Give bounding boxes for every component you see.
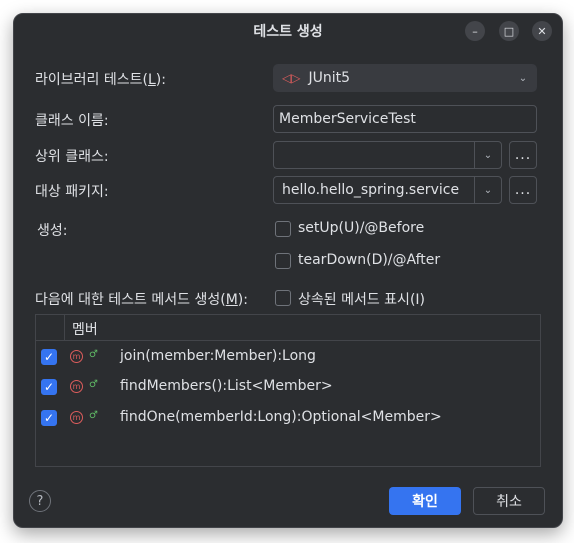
header-divider: [64, 315, 65, 340]
superclass-browse-button[interactable]: ...: [509, 141, 537, 169]
public-access-icon: ♂: [89, 349, 98, 360]
class-name-input[interactable]: MemberServiceTest: [273, 105, 537, 133]
method-icon: m: [70, 411, 83, 424]
method-icon: m: [70, 350, 83, 363]
testing-library-label: 라이브러리 테스트(L):: [35, 72, 166, 88]
table-row[interactable]: ✓ m ♂ findOne(memberId:Long):Optional<Me…: [36, 403, 540, 433]
member-column-header[interactable]: 멤버: [72, 319, 98, 339]
member-checkbox[interactable]: ✓: [41, 410, 57, 426]
setup-label[interactable]: setUp(U)/@Before: [298, 220, 424, 236]
target-package-value: hello.hello_spring.service: [282, 182, 460, 198]
public-access-icon: ♂: [89, 410, 98, 421]
method-icon: m: [70, 380, 83, 393]
members-table: 멤버 ✓ m ♂ join(member:Member):Long ✓ m ♂ …: [35, 314, 541, 467]
generate-label: 생성:: [37, 223, 68, 239]
create-test-dialog: 테스트 생성 – □ ✕ 라이브러리 테스트(L): ◁▷ JUnit5 ⌄ 클…: [13, 13, 563, 528]
minimize-icon: –: [472, 24, 478, 38]
class-name-value: MemberServiceTest: [279, 111, 416, 127]
show-inherited-checkbox[interactable]: [275, 290, 291, 306]
public-access-icon: ♂: [89, 379, 98, 390]
close-icon: ✕: [537, 24, 547, 38]
table-row[interactable]: ✓ m ♂ join(member:Member):Long: [36, 342, 540, 372]
junit-icon: ◁▷: [282, 71, 301, 85]
class-name-label: 클래스 이름:: [35, 113, 109, 129]
teardown-label[interactable]: tearDown(D)/@After: [298, 252, 440, 268]
title-bar: 테스트 생성 – □ ✕: [14, 14, 562, 48]
target-package-label: 대상 패키지:: [35, 184, 109, 200]
target-package-browse-button[interactable]: ...: [509, 176, 537, 204]
minimize-button[interactable]: –: [465, 21, 485, 41]
ok-button[interactable]: 확인: [389, 487, 461, 515]
dialog-title: 테스트 생성: [253, 24, 323, 40]
testing-library-value: JUnit5: [308, 70, 351, 86]
maximize-icon: □: [503, 24, 515, 38]
member-name: join(member:Member):Long: [120, 348, 316, 364]
member-name: findMembers():List<Member>: [120, 378, 333, 394]
help-button[interactable]: ?: [29, 490, 51, 512]
teardown-checkbox[interactable]: [275, 253, 291, 269]
help-icon: ?: [36, 493, 44, 509]
chevron-down-icon: ⌄: [518, 72, 528, 84]
table-row[interactable]: ✓ m ♂ findMembers():List<Member>: [36, 372, 540, 402]
show-inherited-label[interactable]: 상속된 메서드 표시(I): [298, 289, 425, 309]
chevron-down-icon[interactable]: ⌄: [474, 142, 501, 168]
cancel-button[interactable]: 취소: [473, 487, 545, 515]
maximize-button[interactable]: □: [499, 21, 519, 41]
close-button[interactable]: ✕: [532, 21, 552, 41]
superclass-label: 상위 클래스:: [35, 149, 109, 165]
setup-checkbox[interactable]: [275, 221, 291, 237]
member-name: findOne(memberId:Long):Optional<Member>: [120, 409, 442, 425]
target-package-combo[interactable]: hello.hello_spring.service ⌄: [273, 176, 502, 204]
testing-library-select[interactable]: ◁▷ JUnit5 ⌄: [273, 64, 537, 92]
chevron-down-icon[interactable]: ⌄: [474, 177, 501, 203]
superclass-combo[interactable]: ⌄: [273, 141, 502, 169]
table-header: 멤버: [36, 315, 540, 341]
member-checkbox[interactable]: ✓: [41, 379, 57, 395]
generate-methods-label: 다음에 대한 테스트 메서드 생성(M):: [35, 292, 248, 308]
member-checkbox[interactable]: ✓: [41, 349, 57, 365]
